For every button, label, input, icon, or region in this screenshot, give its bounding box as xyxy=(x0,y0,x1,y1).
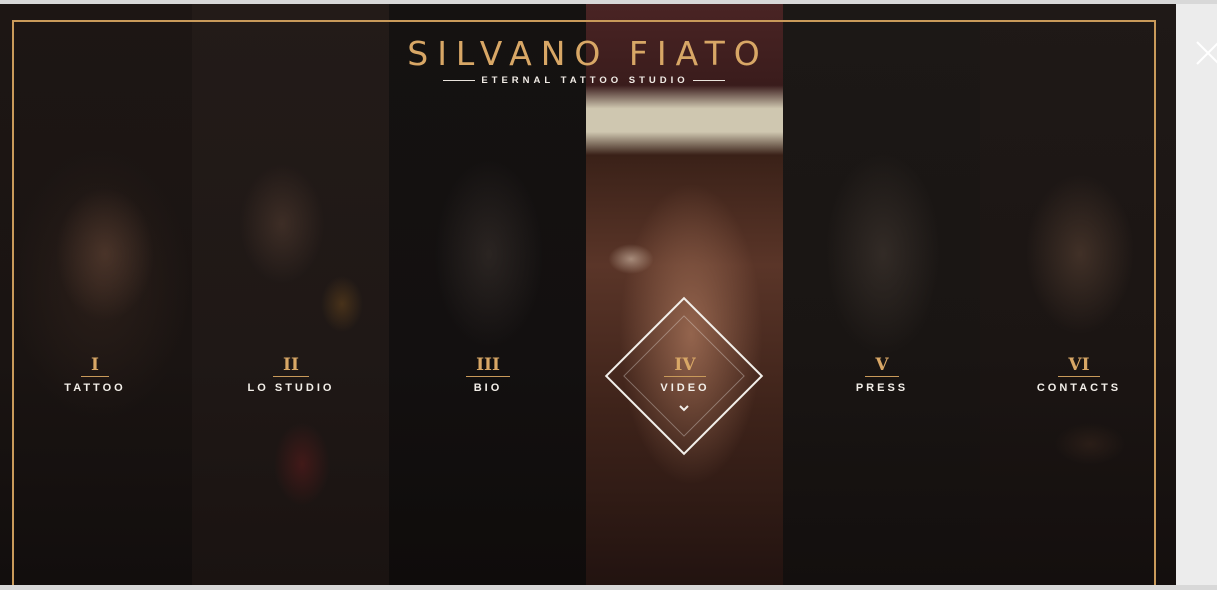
menu-item-lo-studio[interactable]: II LO STUDIO xyxy=(193,354,389,395)
menu-numeral: V xyxy=(865,354,899,377)
logo-subtitle-row: ETERNAL TATTOO STUDIO xyxy=(380,75,788,86)
panel-press[interactable] xyxy=(783,4,980,585)
panel-video[interactable] xyxy=(586,4,783,585)
panel-image xyxy=(0,4,192,585)
menu-numeral: I xyxy=(81,354,109,377)
menu-label: CONTACTS xyxy=(1036,382,1122,394)
menu-numeral: VI xyxy=(1058,354,1100,377)
menu-item-press[interactable]: V PRESS xyxy=(784,354,980,395)
menu-numeral: III xyxy=(466,354,510,377)
menu-label: LO STUDIO xyxy=(247,382,335,394)
page-gutter xyxy=(1176,4,1217,585)
image-panels xyxy=(0,4,1176,585)
menu-item-tattoo[interactable]: I TATTOO xyxy=(0,354,193,395)
panel-image xyxy=(586,4,783,585)
panel-lo-studio[interactable] xyxy=(192,4,389,585)
logo-subtitle: ETERNAL TATTOO STUDIO xyxy=(481,75,689,86)
panel-image xyxy=(389,4,586,585)
browser-bottom-strip xyxy=(0,585,1217,590)
panel-contacts[interactable] xyxy=(980,4,1176,585)
menu-label: PRESS xyxy=(855,382,909,394)
panel-bio[interactable] xyxy=(389,4,586,585)
menu-label: TATTOO xyxy=(64,382,126,394)
menu-overlay: SILVANO FIATO ETERNAL TATTOO STUDIO I TA… xyxy=(0,4,1176,585)
menu-item-video[interactable]: IV VIDEO xyxy=(587,354,783,395)
logo-rule-left xyxy=(443,80,476,81)
logo[interactable]: SILVANO FIATO ETERNAL TATTOO STUDIO xyxy=(380,34,788,86)
menu-item-contacts[interactable]: VI CONTACTS xyxy=(981,354,1176,395)
menu-numeral: II xyxy=(273,354,309,377)
menu-numeral: IV xyxy=(664,354,706,377)
panel-image xyxy=(192,4,389,585)
menu-item-bio[interactable]: III BIO xyxy=(390,354,586,395)
panel-tattoo[interactable] xyxy=(0,4,192,585)
menu-label: BIO xyxy=(473,382,503,394)
menu-label: VIDEO xyxy=(660,382,710,394)
logo-title: SILVANO FIATO xyxy=(407,34,769,73)
panel-image xyxy=(980,4,1176,585)
logo-rule-right xyxy=(692,80,725,81)
close-icon[interactable] xyxy=(1195,40,1217,66)
chevron-down-icon[interactable] xyxy=(677,403,691,415)
panel-image xyxy=(783,4,980,585)
